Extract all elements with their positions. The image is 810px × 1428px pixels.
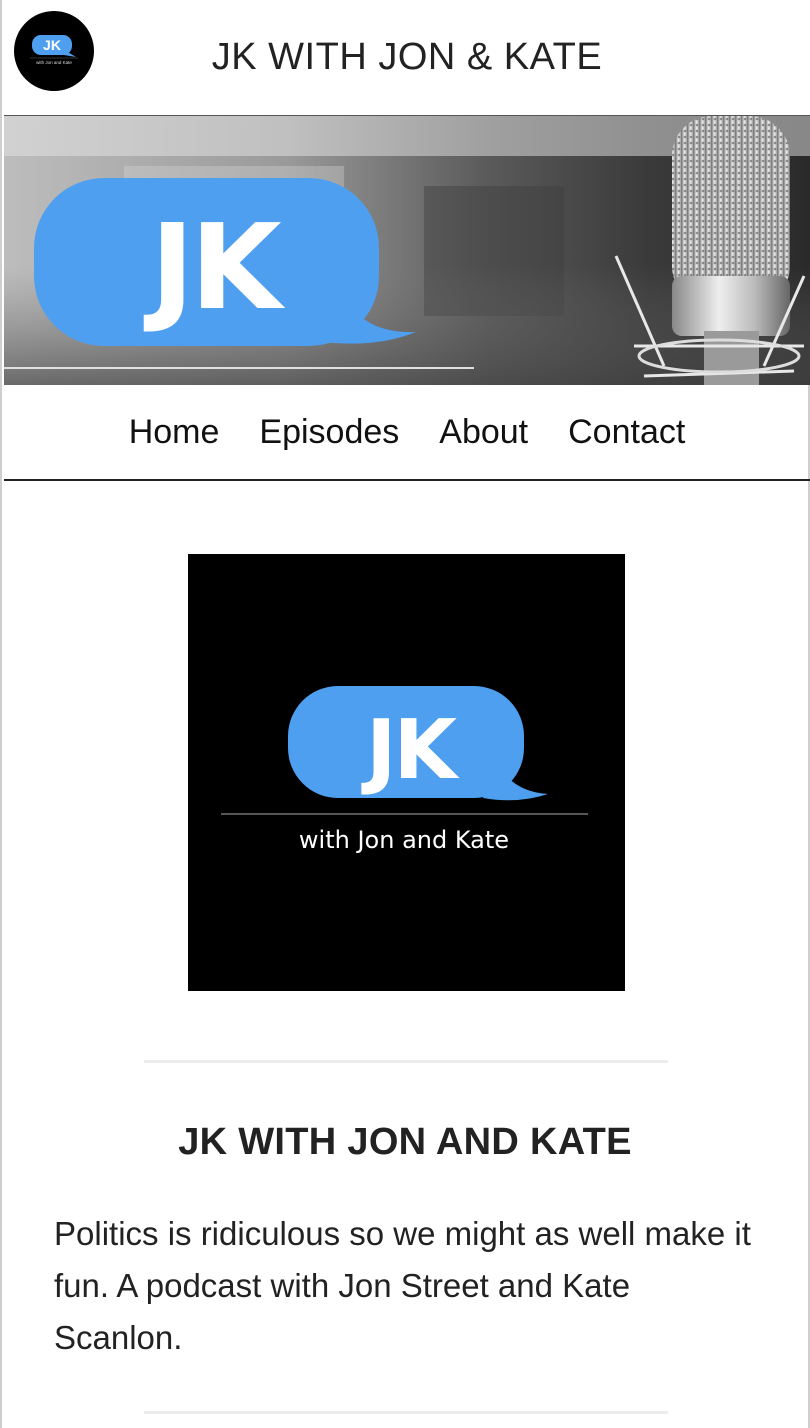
podcast-cover-art[interactable]: JK with Jon and Kate — [188, 554, 625, 991]
nav-item-home[interactable]: Home — [129, 413, 220, 452]
hero-logo-text: JK — [143, 198, 286, 336]
hero-banner: JK — [4, 115, 810, 385]
site-header: JK with Jon and Kate JK WITH JON & KATE — [4, 0, 810, 115]
page-frame: JK with Jon and Kate JK WITH JON & KATE — [0, 0, 810, 1428]
nav-item-about[interactable]: About — [439, 413, 528, 452]
cover-tagline: with Jon and Kate — [299, 826, 509, 854]
cover-logo-text: JK — [361, 703, 461, 798]
podcast-description: Politics is ridiculous so we might as we… — [54, 1215, 751, 1356]
site-title[interactable]: JK WITH JON & KATE — [4, 36, 810, 79]
podcast-title: JK WITH JON AND KATE — [178, 1121, 632, 1163]
nav-item-episodes[interactable]: Episodes — [259, 413, 399, 452]
divider — [144, 1411, 668, 1414]
main-nav: Home Episodes About Contact — [4, 385, 810, 481]
nav-item-contact[interactable]: Contact — [568, 413, 685, 452]
divider — [144, 1060, 668, 1063]
